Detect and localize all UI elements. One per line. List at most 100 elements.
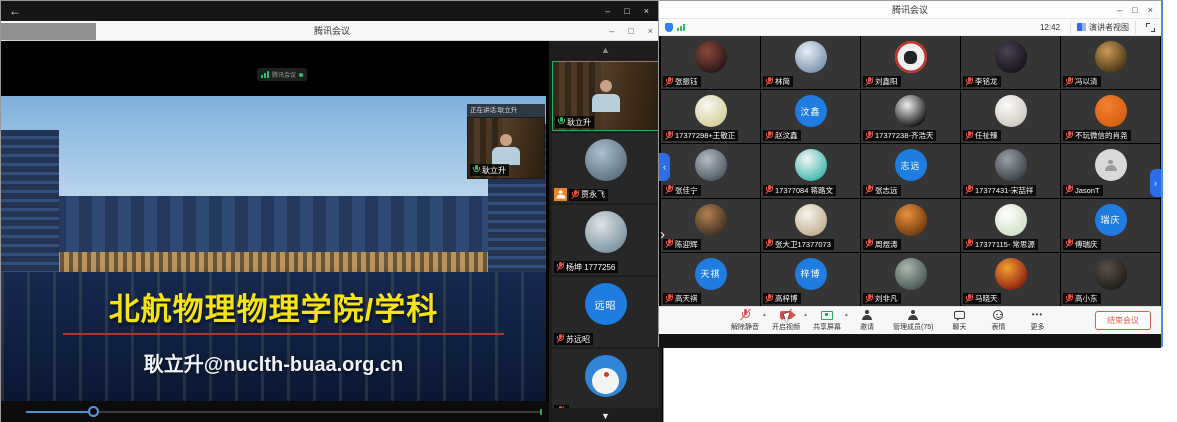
sidebar-participant-tile[interactable]	[552, 349, 659, 408]
scroll-up-arrow[interactable]: ▲	[549, 45, 662, 55]
slider-fill	[26, 411, 93, 413]
participant-name: 傅瑞庆	[1075, 239, 1098, 250]
participant-tile[interactable]: 冯以清	[1061, 36, 1160, 89]
avatar	[695, 41, 727, 73]
participant-name: 林简	[775, 76, 790, 87]
toolbar-button-label: 管理成员(75)	[893, 322, 933, 332]
close-button[interactable]: ×	[1148, 5, 1153, 15]
participant-tile[interactable]: 林简	[761, 36, 860, 89]
participant-tile[interactable]: 陈迎辉	[661, 199, 760, 252]
playback-slider[interactable]	[26, 411, 542, 413]
muted-mic-icon	[665, 185, 673, 195]
end-meeting-button[interactable]: 结束会议	[1095, 311, 1151, 330]
participant-tile[interactable]: 李铭龙	[961, 36, 1060, 89]
avatar: 天祺	[695, 258, 727, 290]
avatar	[995, 204, 1027, 236]
avatar: 汶鑫	[795, 95, 827, 127]
slide-building-lights	[1, 252, 546, 272]
participant-tile[interactable]: 17377431-宋喆祥	[961, 144, 1060, 197]
participant-tile[interactable]: 17377115- 常思源	[961, 199, 1060, 252]
mic-icon	[557, 117, 565, 127]
avatar	[585, 139, 627, 181]
participant-tile[interactable]: 张振钰	[661, 36, 760, 89]
participant-tile[interactable]: 梓博 高梓博	[761, 253, 860, 306]
camera-muted-button[interactable]: 开启视频 ▲	[772, 309, 800, 332]
participant-tile[interactable]: 刘鑫阳	[861, 36, 960, 89]
caret-up-icon[interactable]: ▲	[844, 312, 849, 318]
participant-tile[interactable]: 高小东	[1061, 253, 1160, 306]
muted-mic-icon	[765, 294, 773, 304]
emoji-button[interactable]: 表情	[985, 309, 1011, 332]
participant-tile[interactable]: 不玩微信的肖尧	[1061, 90, 1160, 143]
toolbar-button-label: 聊天	[952, 322, 966, 332]
speaker-thumbnail[interactable]: 耿立升	[467, 117, 545, 179]
close-button[interactable]: ×	[648, 26, 653, 36]
participant-tile[interactable]: 汶鑫 赵汶鑫	[761, 90, 860, 143]
maximize-button[interactable]: □	[628, 26, 633, 36]
app-window-controls: – □ ×	[609, 21, 653, 41]
participant-tile[interactable]: JasonT	[1061, 144, 1160, 197]
participant-tile[interactable]: 刘非凡	[861, 253, 960, 306]
muted-mic-icon	[965, 185, 973, 195]
participant-tile[interactable]: 张大卫17377073	[761, 199, 860, 252]
sidebar-participant-tile[interactable]: 远昭 苏远昭	[552, 277, 659, 347]
sidebar-participant-tile[interactable]: 贾永飞	[552, 133, 659, 203]
participant-name: 张振钰	[675, 76, 698, 87]
speaker-view-button[interactable]: 演讲者视图	[1070, 21, 1136, 34]
avatar	[795, 41, 827, 73]
participant-tile[interactable]: 17377084 蒋路文	[761, 144, 860, 197]
participant-tile[interactable]: 任祉臻	[961, 90, 1060, 143]
participant-tile[interactable]: 17377298+王敬正	[661, 90, 760, 143]
participant-name: 李铭龙	[975, 76, 998, 87]
screen-share-button[interactable]: 共享屏幕 ▲	[813, 309, 841, 332]
avatar	[695, 95, 727, 127]
more-button[interactable]: ••• 更多	[1024, 309, 1050, 332]
scroll-down-arrow[interactable]: ▼	[549, 411, 662, 421]
caret-up-icon[interactable]: ▲	[762, 312, 767, 318]
chat-icon	[954, 311, 965, 319]
maximize-button[interactable]: □	[624, 6, 629, 16]
invite-icon	[862, 310, 872, 321]
minimize-button[interactable]: –	[605, 6, 610, 16]
app-titlebar: 腾讯会议 – □ ×	[1, 21, 663, 41]
slide-left-tower	[1, 130, 59, 272]
participant-tile[interactable]: 周煜涛	[861, 199, 960, 252]
invite-button[interactable]: 邀请	[854, 309, 880, 332]
back-button[interactable]: ←	[9, 1, 21, 21]
participant-tile[interactable]: 17377238-齐浩天	[861, 90, 960, 143]
fullscreen-button[interactable]	[1146, 23, 1155, 32]
participant-tile[interactable]: 天祺 高天祺	[661, 253, 760, 306]
participant-tile[interactable]: 瑞庆 傅瑞庆	[1061, 199, 1160, 252]
toolbar-button-label: 更多	[1030, 322, 1044, 332]
minimize-button[interactable]: –	[1117, 5, 1122, 15]
mic-icon	[571, 190, 579, 200]
maximize-button[interactable]: □	[1132, 5, 1137, 15]
next-page-arrow[interactable]: ›	[1150, 169, 1161, 197]
members-button[interactable]: 管理成员(75)	[893, 309, 933, 332]
avatar	[1095, 258, 1127, 290]
prev-page-arrow[interactable]: ‹	[659, 153, 670, 181]
avatar	[995, 149, 1027, 181]
sidebar-participant-tile[interactable]: 杨坤 1777256	[552, 205, 659, 275]
close-button[interactable]: ×	[644, 6, 649, 16]
chat-button[interactable]: 聊天	[946, 309, 972, 332]
panel-expand-arrow[interactable]: ›	[660, 227, 665, 243]
slider-handle[interactable]	[88, 406, 99, 417]
speaker-name: 耿立升	[482, 165, 506, 176]
shield-icon[interactable]	[665, 23, 673, 32]
participant-tile[interactable]: 张佳宁	[661, 144, 760, 197]
participant-name: 刘鑫阳	[875, 76, 898, 87]
window-bottom-strip	[659, 334, 1161, 348]
mic-muted-button[interactable]: 解除静音 ▲	[731, 309, 759, 332]
participant-tile[interactable]: 马晓天	[961, 253, 1060, 306]
avatar	[895, 204, 927, 236]
avatar: 瑞庆	[1095, 204, 1127, 236]
participant-name: 17377084 蒋路文	[775, 185, 833, 196]
mic-icon	[556, 262, 564, 272]
participant-tile[interactable]: 志远 张志远	[861, 144, 960, 197]
sidebar-participant-tile[interactable]: 耿立升	[552, 61, 659, 131]
caret-up-icon[interactable]: ▲	[803, 312, 808, 318]
app-title: 腾讯会议	[1, 21, 663, 41]
network-status-pill[interactable]: 腾讯会议	[257, 68, 307, 81]
minimize-button[interactable]: –	[609, 26, 614, 36]
